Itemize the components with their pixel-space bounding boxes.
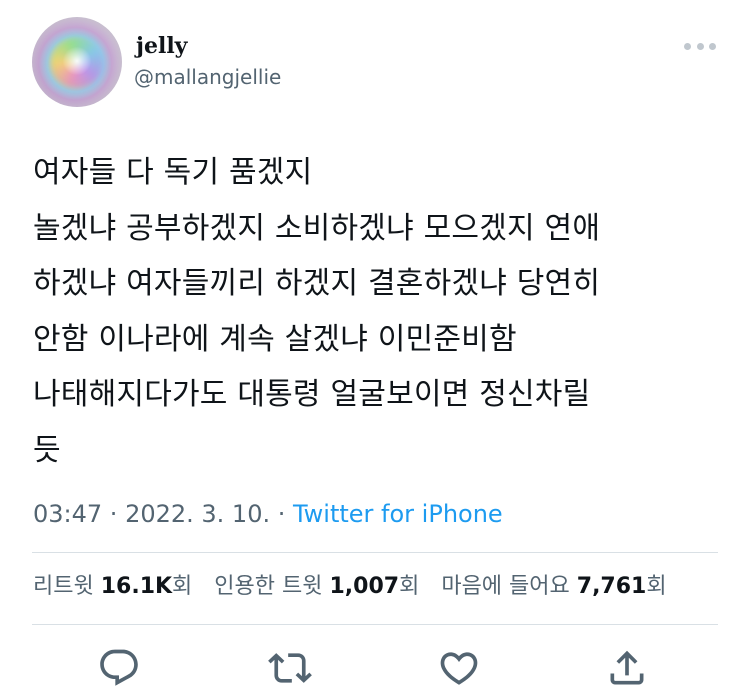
reply-button[interactable] [97,646,141,690]
tweet-text-line: 나태해지다가도 대통령 얼굴보이면 정신차릴 [33,377,591,412]
quotes-label: 인용한 트윗 [214,574,330,599]
avatar[interactable] [32,17,122,107]
more-dots-icon [696,42,704,50]
tweet-source-link[interactable]: Twitter for iPhone [293,500,503,528]
tweet-text-line: 놀겠냐 공부하겠지 소비하겠냐 모으겠지 연애 [33,210,601,246]
more-options-button[interactable] [684,36,716,56]
tweet-meta: 03:47 · 2022. 3. 10. · Twitter for iPhon… [33,499,503,529]
heart-icon [440,652,478,685]
tweet-time[interactable]: 03:47 [33,500,102,528]
tweet-text-line: 하겠냐 여자들끼리 하겠지 결혼하겠냐 당연히 [33,266,601,301]
quotes-count: 1,007 [329,574,400,599]
more-dots-icon [709,42,716,50]
retweets-count: 16.1K [100,574,173,599]
likes-label: 마음에 들어요 [441,574,577,599]
tweet-text-line: 여자들 다 독기 품겠지 [33,155,313,190]
more-dots-icon [684,42,691,50]
quotes-unit: 회 [399,574,420,599]
likes-unit: 회 [646,574,667,599]
retweet-button[interactable] [268,646,312,690]
like-button[interactable] [437,646,481,690]
tweet-text-line: 안함 이나라에 계속 살겠냐 이민준비함 [33,321,517,357]
share-icon [610,650,644,685]
retweets-label: 리트윗 [33,574,101,599]
tweet-card: jelly @mallangjellie 여자들 다 독기 품겠지 놀겠냐 공부… [0,0,750,698]
author-handle[interactable]: @mallangjellie [134,64,281,90]
divider [32,624,718,625]
tweet-actions-bar [0,640,750,698]
retweet-icon [268,653,312,683]
share-button[interactable] [605,646,649,690]
tweet-date[interactable]: 2022. 3. 10. [125,500,270,528]
tweet-text: 여자들 다 독기 품겠지 놀겠냐 공부하겠지 소비하겠냐 모으겠지 연애 하겠냐… [33,145,713,478]
likes-stat[interactable]: 마음에 들어요 7,761회 [441,574,666,599]
retweets-unit: 회 [172,574,193,599]
reply-icon [100,649,138,686]
author-display-name[interactable]: jelly [136,33,187,59]
likes-count: 7,761 [576,574,647,599]
meta-separator: · [102,500,126,528]
meta-separator: · [270,500,293,528]
quotes-stat[interactable]: 인용한 트윗 1,007회 [214,574,419,599]
avatar-glow [62,47,92,75]
tweet-text-line: 듯 [33,432,61,468]
tweet-stats: 리트윗 16.1K회 인용한 트윗 1,007회 마음에 들어요 7,761회 [33,572,667,602]
retweets-stat[interactable]: 리트윗 16.1K회 [33,574,192,599]
divider [32,552,718,553]
